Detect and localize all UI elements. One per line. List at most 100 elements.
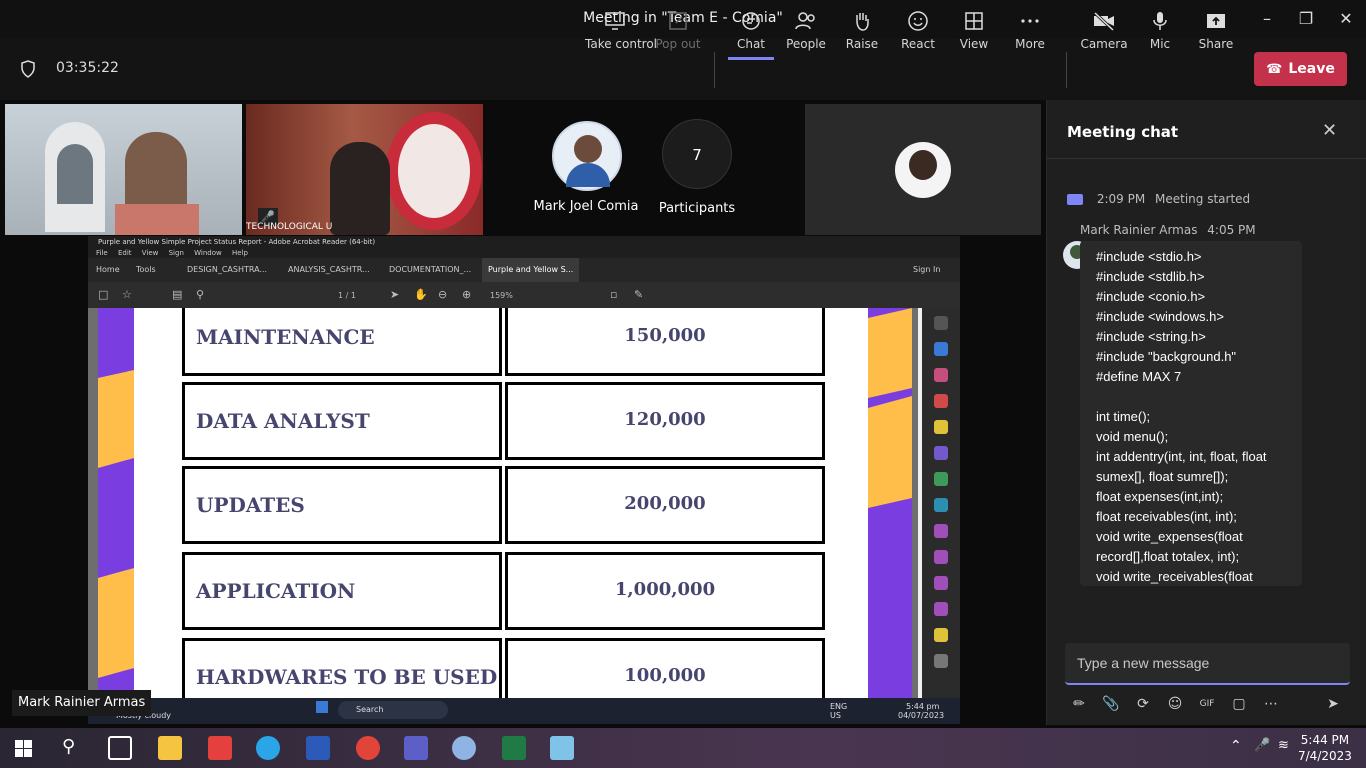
more-options-icon[interactable]: ⋯	[1259, 692, 1283, 716]
task-view-icon[interactable]	[108, 736, 132, 760]
loop-icon[interactable]: ⟳	[1131, 692, 1155, 716]
react-button[interactable]: React	[888, 10, 948, 60]
word-icon[interactable]	[306, 736, 330, 760]
shield-icon	[21, 60, 35, 78]
tab-home[interactable]: Home	[96, 258, 120, 282]
chrome-icon[interactable]	[356, 736, 380, 760]
search-icon[interactable]: ⚲	[62, 736, 75, 757]
more-button[interactable]: More	[1000, 10, 1060, 60]
chat-button[interactable]: Chat	[728, 10, 774, 60]
avatar-face	[574, 135, 602, 163]
mic-button[interactable]: Mic	[1130, 10, 1190, 60]
comment-icon[interactable]: ▫	[610, 288, 617, 301]
windows-start-icon[interactable]	[316, 701, 328, 713]
stamp-icon[interactable]	[934, 628, 948, 642]
tab-documentation[interactable]: DOCUMENTATION_...	[389, 258, 471, 282]
shared-screen[interactable]: Purple and Yellow Simple Project Status …	[88, 236, 960, 724]
start-icon[interactable]	[15, 740, 32, 757]
pop-out-label: Pop out	[655, 37, 701, 51]
video-tile-3[interactable]	[805, 104, 1041, 235]
tray-mic-icon[interactable]: 🎤	[1254, 738, 1270, 753]
wps-office-icon[interactable]	[208, 736, 232, 760]
page-indicator[interactable]: 1 / 1	[338, 291, 356, 300]
send-icon[interactable]: ➤	[1321, 692, 1345, 716]
attach-icon[interactable]: 📎	[1099, 692, 1123, 716]
close-chat-icon[interactable]: ✕	[1322, 120, 1337, 141]
teams-icon[interactable]	[404, 736, 428, 760]
notepad-icon[interactable]	[550, 736, 574, 760]
save-icon[interactable]: □	[98, 288, 108, 301]
take-control-button[interactable]: Take control	[585, 10, 657, 60]
presenter-name-tag: Mark Rainier Armas	[12, 690, 152, 716]
participants-label: Participants	[658, 201, 736, 216]
menu-sign[interactable]: Sign	[169, 249, 184, 257]
protect-icon[interactable]	[934, 576, 948, 590]
export-pdf-icon[interactable]	[934, 394, 948, 408]
people-label: People	[786, 37, 826, 51]
more-tools-icon[interactable]	[934, 654, 948, 668]
search-tool-icon[interactable]	[934, 316, 948, 330]
fill-sign-icon[interactable]	[934, 524, 948, 538]
people-button[interactable]: People	[776, 10, 836, 60]
row-value: 1,000,000	[614, 579, 716, 600]
video-tile-2[interactable]: 🎤 TECHNOLOGICAL U	[246, 104, 483, 235]
paint-icon[interactable]	[452, 736, 476, 760]
tab-sign-in[interactable]: Sign In	[913, 258, 940, 282]
sticker-icon[interactable]: ▢	[1227, 692, 1251, 716]
tab-design[interactable]: DESIGN_CASHTRA...	[187, 258, 267, 282]
system-clock[interactable]: 5:44 PM 7/4/2023	[1298, 732, 1352, 764]
menu-window[interactable]: Window	[194, 249, 222, 257]
message-input[interactable]	[1065, 643, 1350, 683]
minimize-icon[interactable]: –	[1254, 6, 1280, 32]
camera-button[interactable]: Camera	[1074, 10, 1134, 60]
participant-count-badge[interactable]: 7	[662, 119, 732, 189]
comment-tool-icon[interactable]	[934, 420, 948, 434]
combine-icon[interactable]	[934, 446, 948, 460]
zoom-out-icon[interactable]: ⊖	[438, 288, 447, 301]
excel-icon[interactable]	[502, 736, 526, 760]
create-pdf-icon[interactable]	[934, 342, 948, 356]
tab-purple-yellow[interactable]: Purple and Yellow S...	[482, 258, 580, 282]
zoom-level[interactable]: 159%	[490, 291, 513, 300]
tab-analysis[interactable]: ANALYSIS_CASHTR...	[288, 258, 370, 282]
share-button[interactable]: Share	[1186, 10, 1246, 60]
raise-hand-button[interactable]: Raise	[832, 10, 892, 60]
zoom-icon[interactable]: ⚲	[196, 288, 204, 301]
restore-icon[interactable]: ❐	[1293, 6, 1319, 32]
gif-icon[interactable]: GIF	[1195, 692, 1219, 716]
scan-icon[interactable]	[934, 498, 948, 512]
print-icon[interactable]: ▤	[172, 288, 182, 301]
pen-icon[interactable]: ✎	[634, 288, 643, 301]
menu-file[interactable]: File	[96, 249, 108, 257]
view-button[interactable]: View	[944, 10, 1004, 60]
table-row: DATA ANALYST 120,000	[182, 382, 825, 462]
search-box[interactable]: Search	[338, 701, 448, 719]
file-explorer-icon[interactable]	[158, 736, 182, 760]
close-window-icon[interactable]: ✕	[1333, 6, 1359, 32]
menu-help[interactable]: Help	[232, 249, 248, 257]
avatar-mark-joel-comia[interactable]	[552, 121, 622, 191]
menu-edit[interactable]: Edit	[118, 249, 132, 257]
emoji-icon[interactable]: ☺	[1163, 692, 1187, 716]
share-label: Share	[1198, 37, 1234, 51]
tray-chevron-icon[interactable]: ⌃	[1230, 738, 1242, 754]
organize-icon[interactable]	[934, 472, 948, 486]
pdf-page: MAINTENANCE 150,000 DATA ANALYST 120,000…	[98, 308, 912, 698]
leave-button[interactable]: ☎ Leave	[1254, 52, 1347, 86]
zoom-in-icon[interactable]: ⊕	[462, 288, 471, 301]
document-viewport[interactable]: MAINTENANCE 150,000 DATA ANALYST 120,000…	[88, 308, 918, 698]
edge-icon[interactable]	[256, 736, 280, 760]
star-icon[interactable]: ☆	[122, 288, 132, 301]
tab-tools[interactable]: Tools	[136, 258, 156, 282]
edit-pdf-icon[interactable]	[934, 368, 948, 382]
prepare-form-icon[interactable]	[934, 602, 948, 616]
format-icon[interactable]: ✏	[1067, 692, 1091, 716]
wifi-icon[interactable]: ≋	[1278, 738, 1289, 753]
chat-message[interactable]: #include <stdio.h> #include <stdlib.h> #…	[1080, 241, 1302, 586]
pop-out-button[interactable]: Pop out	[648, 10, 708, 60]
video-tile-1[interactable]	[5, 104, 242, 235]
menu-view[interactable]: View	[142, 249, 159, 257]
request-sign-icon[interactable]	[934, 550, 948, 564]
select-icon[interactable]: ➤	[390, 288, 399, 301]
hand-tool-icon[interactable]: ✋	[414, 288, 428, 301]
